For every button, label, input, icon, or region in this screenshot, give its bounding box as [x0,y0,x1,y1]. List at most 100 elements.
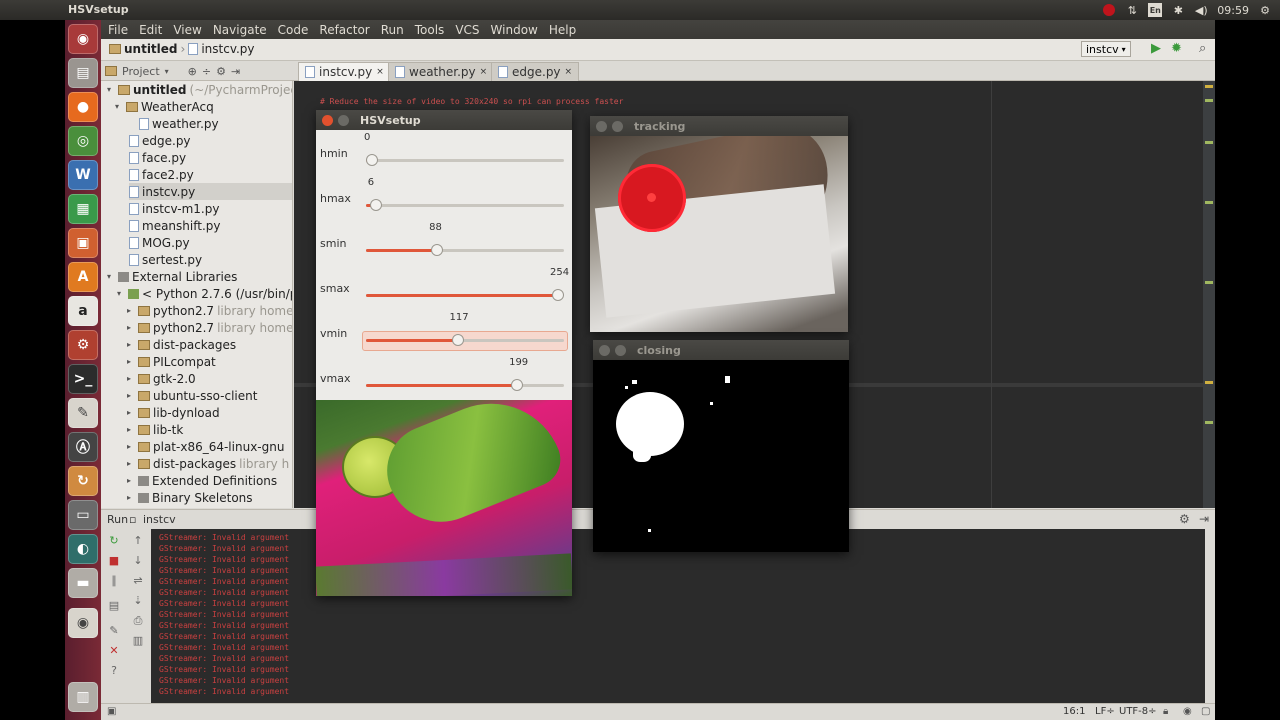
tree-item[interactable]: meanshift.py [129,217,220,234]
slider-knob[interactable] [511,379,524,391]
tree-item[interactable]: ▸ ubuntu-sso-client [127,387,257,404]
network-icon[interactable]: ⇅ [1125,3,1139,17]
amazon-icon[interactable]: a [68,296,98,326]
menu-help[interactable]: Help [549,23,576,37]
close-icon[interactable]: × [565,67,573,77]
tree-item[interactable]: ▸ Binary Skeletons [127,489,253,506]
tree-item[interactable]: face2.py [129,166,194,183]
firefox-icon[interactable]: ● [68,92,98,122]
tree-item[interactable]: face.py [129,149,186,166]
up-icon[interactable]: ↑ [132,535,144,547]
close-icon[interactable] [322,114,333,126]
tab-edge[interactable]: edge.py × [491,62,580,81]
close-icon[interactable]: × [376,67,384,77]
menu-code[interactable]: Code [278,23,309,37]
menu-file[interactable]: File [108,23,128,37]
close-icon[interactable] [596,120,607,132]
tab-weather[interactable]: weather.py × [388,62,495,81]
tree-item[interactable]: ▸ lib-tk [127,421,183,438]
minimize-icon[interactable] [338,114,349,126]
bluetooth-icon[interactable]: ✱ [1171,3,1185,17]
run-panel-config[interactable]: instcv [143,513,176,526]
print-icon[interactable]: ⎙ [132,615,144,627]
scroll-icon[interactable]: ⇣ [132,595,144,607]
tree-item[interactable]: weather.py [139,115,219,132]
menu-run[interactable]: Run [381,23,404,37]
files-icon[interactable]: ▤ [68,58,98,88]
tab-instcv[interactable]: instcv.py × [298,62,391,81]
layout-icon[interactable]: ▤ [108,600,120,612]
keyboard-icon[interactable]: En [1148,3,1163,17]
drive-icon[interactable]: ◐ [68,534,98,564]
run-icon[interactable]: ▶ [1151,41,1161,56]
closing-titlebar[interactable]: closing [593,340,849,360]
tree-item[interactable]: ▾ < Python 2.7.6 (/usr/bin/p [117,285,292,302]
wrap-icon[interactable]: ⇌ [132,575,144,587]
menu-tools[interactable]: Tools [415,23,445,37]
down-icon[interactable]: ↓ [132,555,144,567]
slider-track[interactable] [366,244,564,256]
slider-track[interactable] [366,199,564,211]
slider-track[interactable] [366,379,564,391]
project-panel-header[interactable]: Project ▾ ⊕ ÷ ⚙ ⇥ [105,63,291,79]
console-output[interactable]: GStreamer: Invalid argument GStreamer: I… [151,529,1205,703]
inspector-icon[interactable]: ◉ [1183,706,1192,717]
software-icon[interactable]: A [68,262,98,292]
gear-icon[interactable]: ⚙ [216,65,226,78]
hide-icon[interactable]: ⇥ [231,65,240,78]
menu-navigate[interactable]: Navigate [213,23,267,37]
trash-icon[interactable]: ▥ [132,635,144,647]
tree-item[interactable]: ▾ WeatherAcq [115,98,214,115]
drive2-icon[interactable]: ▬ [68,568,98,598]
chrome-icon[interactable]: ◎ [68,126,98,156]
menu-window[interactable]: Window [491,23,538,37]
tree-item[interactable]: ▸ python2.7 library home [127,302,292,319]
help-icon[interactable]: ? [108,665,120,677]
editor-icon[interactable]: ✎ [68,398,98,428]
gear-icon[interactable]: ⚙ [1258,3,1272,17]
slider-knob[interactable] [552,289,564,301]
event-log-icon[interactable]: ▢ [1201,706,1210,717]
ubuntu-icon[interactable]: ◉ [68,24,98,54]
menu-edit[interactable]: Edit [139,23,162,37]
collapse-icon[interactable]: ÷ [202,65,211,78]
minimize-icon[interactable] [615,344,626,356]
minimize-icon[interactable] [612,120,623,132]
clock[interactable]: 09:59 [1217,4,1249,17]
tree-item[interactable]: ▾ External Libraries [107,268,237,285]
menu-refactor[interactable]: Refactor [319,23,369,37]
terminal-icon[interactable]: >_ [68,364,98,394]
slider-knob[interactable] [369,199,382,211]
settings-icon[interactable]: ⚙ [68,330,98,360]
tree-item[interactable]: ▸ python2.7 library home [127,319,292,336]
run-config-select[interactable]: instcv ▾ [1081,41,1131,57]
pause-icon[interactable]: ∥ [108,575,120,587]
breadcrumb-project[interactable]: untitled [124,42,178,56]
tree-item[interactable]: ▾ untitled (~/PycharmProject [107,81,292,98]
tree-item[interactable]: ▸ plat-x86_64-linux-gnu [127,438,284,455]
tracking-titlebar[interactable]: tracking [590,116,848,136]
hsv-titlebar[interactable]: HSVsetup [316,110,572,130]
update-icon[interactable]: ↻ [68,466,98,496]
tree-item[interactable]: ▸ PILcompat [127,353,216,370]
file-encoding[interactable]: UTF-8÷ [1119,706,1157,717]
gear-icon[interactable]: ⚙ [1179,512,1190,526]
record-icon[interactable] [1102,3,1116,17]
debug-icon[interactable]: ✹ [1171,41,1182,56]
slider-track[interactable] [366,289,564,301]
tree-item[interactable]: ▸ lib-dynload [127,404,220,421]
pycharm-icon[interactable]: Ⓐ [68,432,98,462]
writer-icon[interactable]: W [68,160,98,190]
pin-icon[interactable]: ✎ [108,625,120,637]
tree-item[interactable]: ▸ dist-packages [127,336,236,353]
slider-knob[interactable] [366,154,378,166]
menu-vcs[interactable]: VCS [455,23,479,37]
search-icon[interactable]: ⌕ [1199,41,1206,56]
tree-item[interactable]: instcv-m1.py [129,200,219,217]
error-stripe[interactable] [1203,81,1215,508]
tree-item[interactable]: ▸ Extended Definitions [127,472,277,489]
slider-knob[interactable] [451,334,464,346]
calc-icon[interactable]: ▦ [68,194,98,224]
stop-icon[interactable]: ■ [108,555,120,567]
hide-icon[interactable]: ⇥ [1199,512,1209,526]
